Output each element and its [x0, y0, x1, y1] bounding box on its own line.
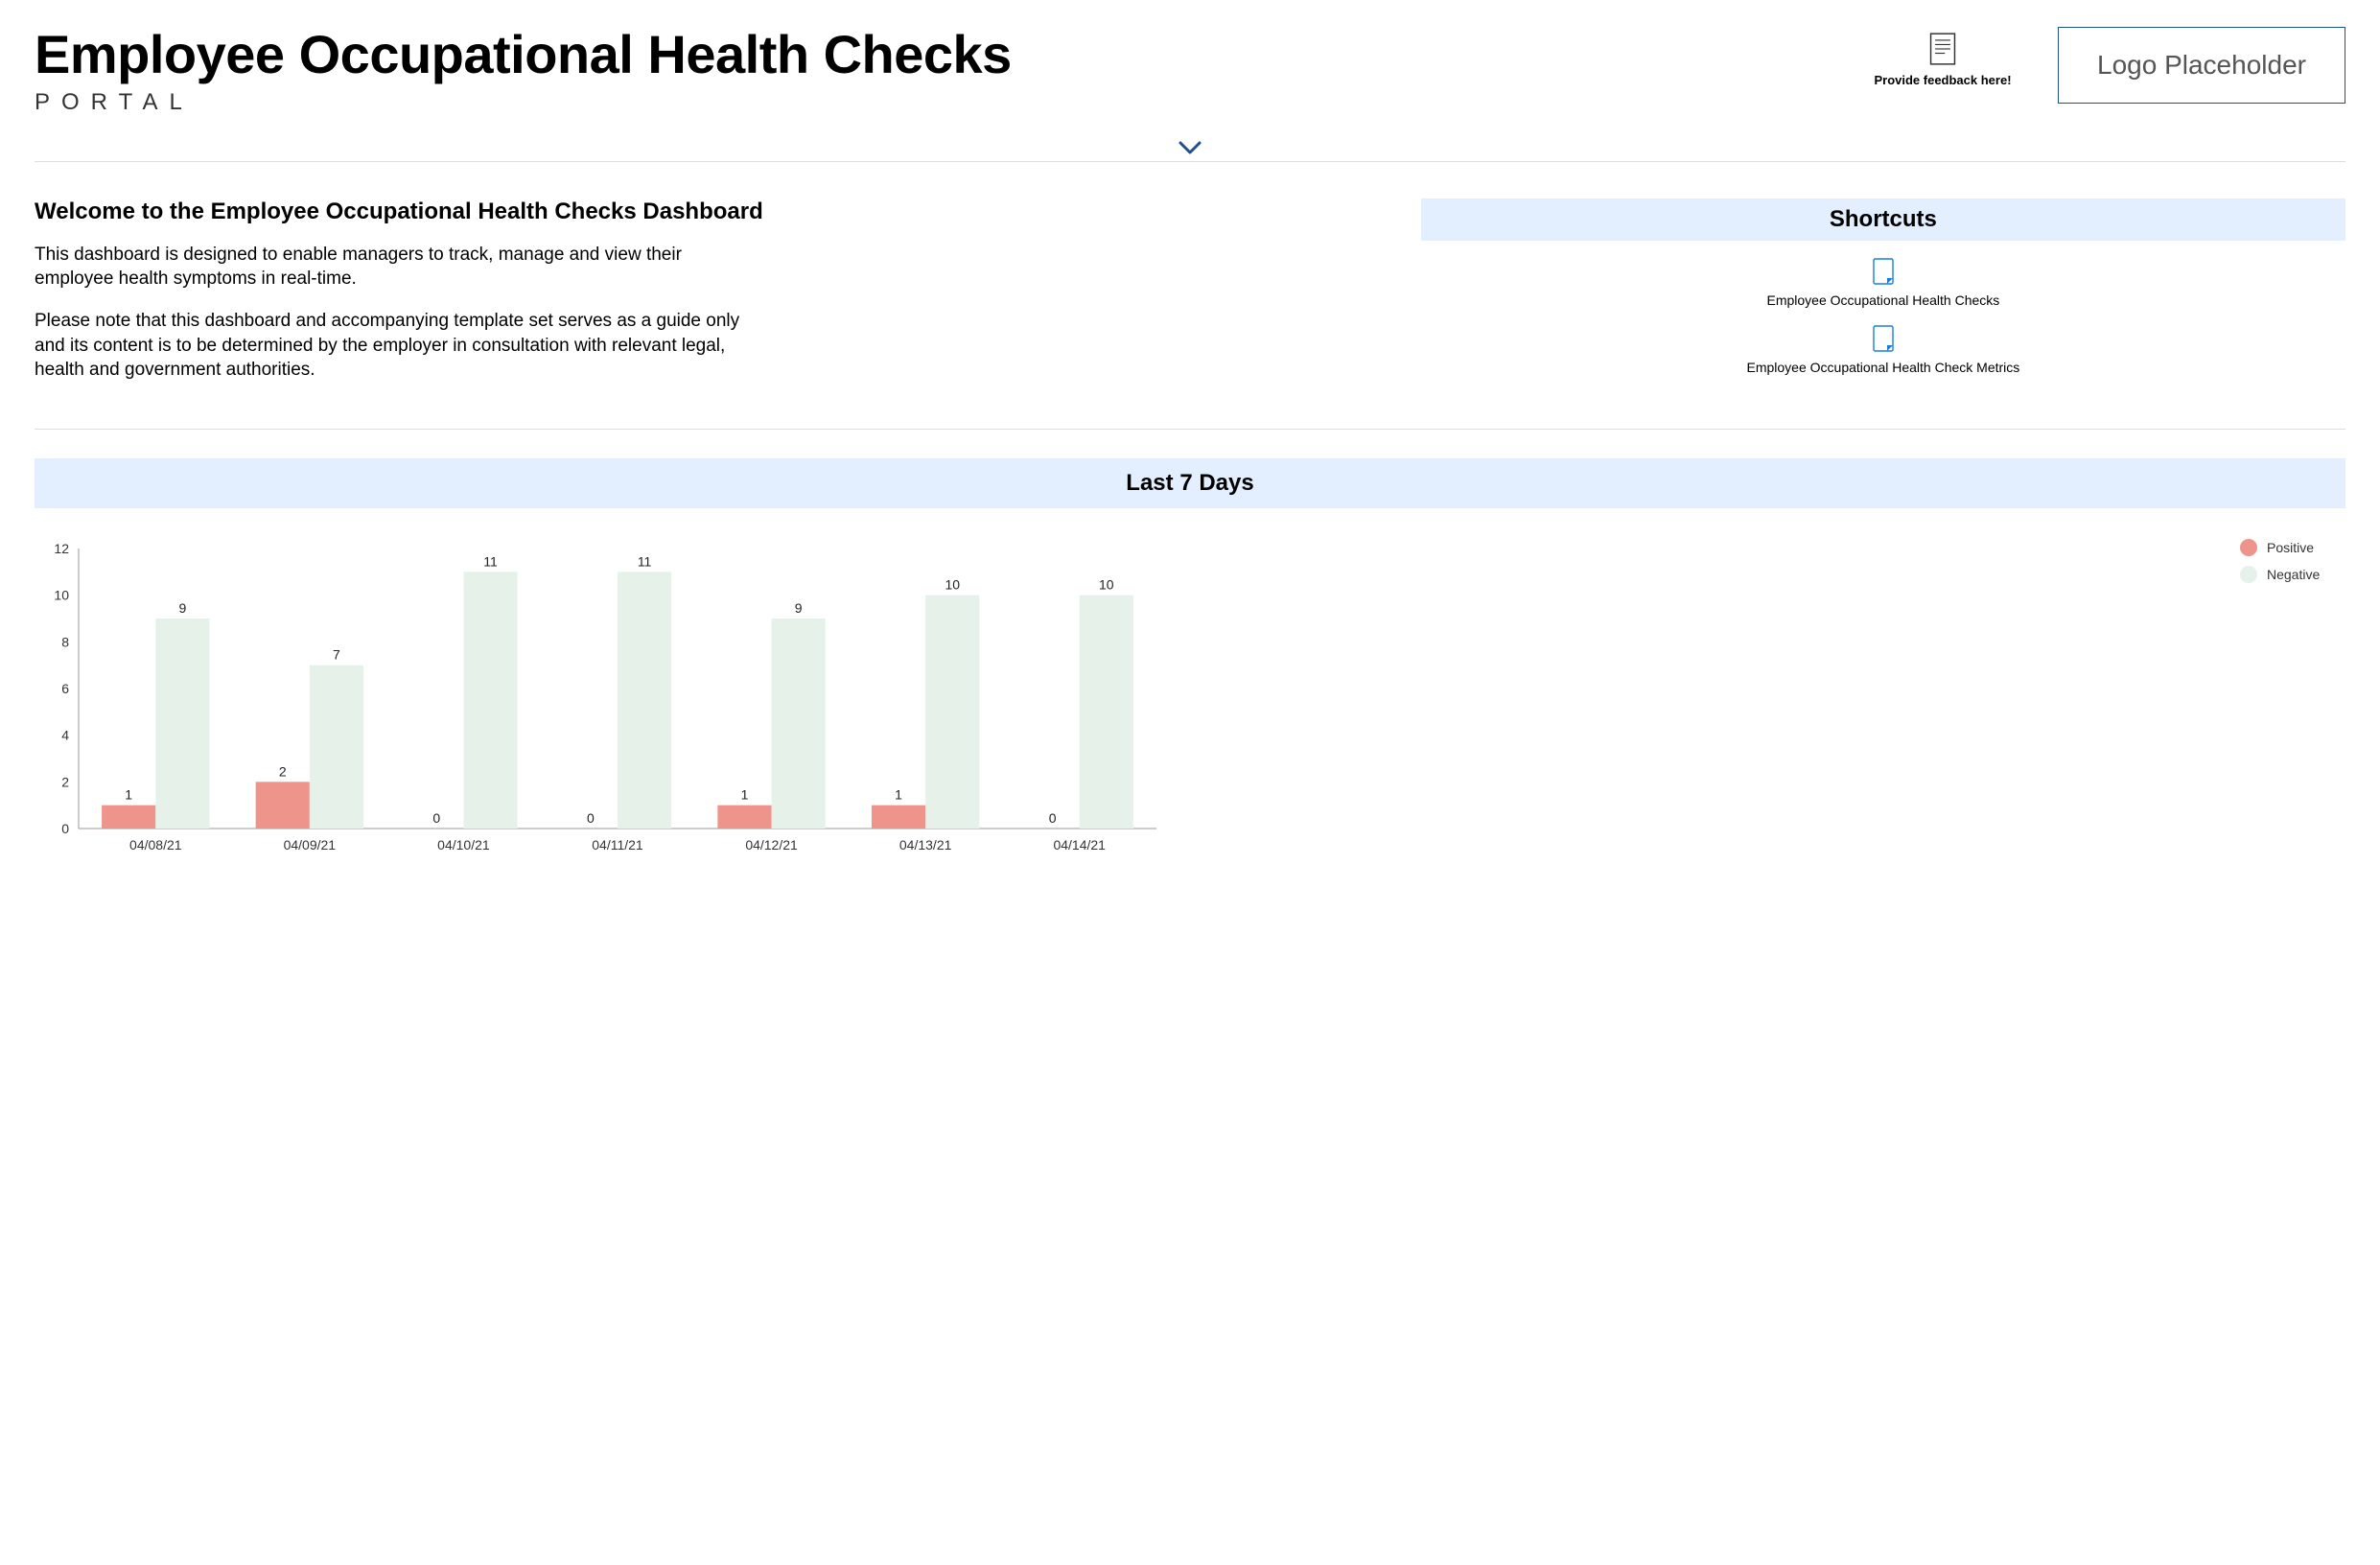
header: Employee Occupational Health Checks PORT…	[35, 27, 2345, 116]
svg-text:11: 11	[638, 553, 652, 569]
page-title: Employee Occupational Health Checks	[35, 27, 1828, 83]
document-icon	[1929, 33, 1956, 65]
chart-area: 0246810121904/08/212704/09/2101104/10/21…	[35, 531, 2230, 857]
svg-text:10: 10	[1099, 577, 1114, 593]
svg-text:04/09/21: 04/09/21	[284, 837, 337, 853]
svg-text:1: 1	[125, 787, 132, 803]
divider	[35, 429, 2345, 430]
svg-text:04/11/21: 04/11/21	[592, 837, 643, 853]
bar-chart: 0246810121904/08/212704/09/2101104/10/21…	[35, 531, 2230, 857]
feedback-label: Provide feedback here!	[1874, 73, 2011, 87]
svg-text:2: 2	[61, 774, 69, 789]
sheet-icon	[1873, 258, 1894, 285]
svg-text:0: 0	[1049, 810, 1057, 826]
legend-swatch-positive	[2240, 539, 2257, 556]
svg-text:1: 1	[895, 787, 902, 803]
logo-text: Logo Placeholder	[2097, 50, 2306, 81]
svg-text:04/08/21: 04/08/21	[129, 837, 182, 853]
svg-text:8: 8	[61, 634, 69, 649]
shortcut-label: Employee Occupational Health Checks	[1767, 292, 2000, 308]
welcome-block: Welcome to the Employee Occupational Hea…	[35, 199, 1375, 400]
welcome-heading: Welcome to the Employee Occupational Hea…	[35, 199, 1375, 225]
svg-text:2: 2	[279, 763, 287, 779]
svg-text:10: 10	[54, 588, 69, 603]
svg-text:9: 9	[178, 600, 186, 616]
chevron-down-icon	[1178, 141, 1202, 156]
svg-text:6: 6	[61, 681, 69, 696]
svg-text:0: 0	[432, 810, 440, 826]
shortcut-label: Employee Occupational Health Check Metri…	[1747, 360, 2020, 375]
shortcut-health-checks[interactable]: Employee Occupational Health Checks	[1421, 258, 2345, 308]
svg-text:04/14/21: 04/14/21	[1053, 837, 1106, 853]
legend-positive: Positive	[2240, 539, 2345, 556]
svg-text:7: 7	[333, 647, 340, 663]
title-block: Employee Occupational Health Checks PORT…	[35, 27, 1828, 116]
svg-text:10: 10	[945, 577, 960, 593]
svg-text:4: 4	[61, 728, 69, 743]
svg-text:11: 11	[483, 553, 498, 569]
svg-text:9: 9	[795, 600, 803, 616]
shortcuts-panel: Shortcuts Employee Occupational Health C…	[1421, 199, 2345, 392]
svg-text:0: 0	[61, 821, 69, 836]
feedback-link[interactable]: Provide feedback here!	[1847, 33, 2039, 87]
main-content: Welcome to the Employee Occupational Hea…	[35, 199, 2345, 400]
sheet-icon	[1873, 325, 1894, 352]
svg-text:0: 0	[587, 810, 595, 826]
shortcut-health-metrics[interactable]: Employee Occupational Health Check Metri…	[1421, 325, 2345, 375]
chart-section-title: Last 7 Days	[35, 458, 2345, 508]
svg-text:04/10/21: 04/10/21	[437, 837, 490, 853]
collapse-toggle[interactable]	[35, 139, 2345, 162]
svg-text:12: 12	[54, 541, 69, 556]
page-subtitle: PORTAL	[35, 89, 1828, 116]
chart-legend: Positive Negative	[2240, 539, 2345, 593]
legend-label-negative: Negative	[2267, 567, 2320, 582]
legend-negative: Negative	[2240, 566, 2345, 583]
chart-container: 0246810121904/08/212704/09/2101104/10/21…	[35, 531, 2345, 857]
svg-text:04/12/21: 04/12/21	[745, 837, 798, 853]
welcome-paragraph-1: This dashboard is designed to enable man…	[35, 243, 763, 292]
legend-swatch-negative	[2240, 566, 2257, 583]
welcome-paragraph-2: Please note that this dashboard and acco…	[35, 309, 763, 383]
svg-text:04/13/21: 04/13/21	[899, 837, 952, 853]
svg-text:1: 1	[741, 787, 749, 803]
legend-label-positive: Positive	[2267, 540, 2314, 555]
logo-placeholder: Logo Placeholder	[2058, 27, 2345, 104]
shortcuts-title: Shortcuts	[1421, 199, 2345, 241]
